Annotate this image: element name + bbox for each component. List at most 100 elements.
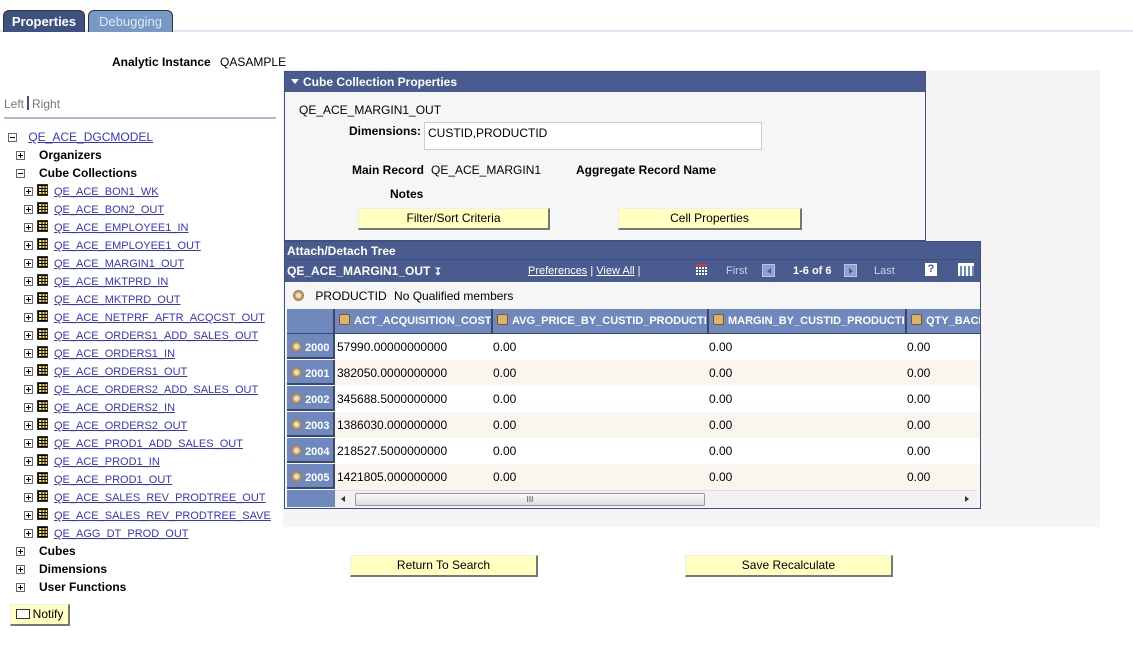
expand-icon[interactable]	[24, 331, 33, 340]
cube-collection-link[interactable]: QE_ACE_EMPLOYEE1_OUT	[54, 240, 201, 252]
expand-icon[interactable]	[24, 313, 33, 322]
row-year: 2001	[305, 368, 330, 380]
row-header[interactable]: 2005	[287, 464, 335, 489]
cube-collection-link[interactable]: QE_ACE_ORDERS1_OUT	[54, 366, 187, 378]
expand-icon[interactable]	[24, 295, 33, 304]
help-icon[interactable]: ?	[925, 263, 937, 276]
tab-debugging[interactable]: Debugging	[88, 10, 173, 32]
expand-icon[interactable]	[24, 223, 33, 232]
collapse-icon[interactable]	[16, 169, 25, 178]
horizontal-scrollbar[interactable]: III	[335, 490, 977, 507]
cube-collection-link[interactable]: QE_ACE_MKTPRD_IN	[54, 276, 168, 288]
dimensions-label: Dimensions:	[349, 124, 422, 138]
cube-collection-link[interactable]: QE_ACE_SALES_REV_PRODTREE_OUT	[54, 492, 266, 504]
tab-properties[interactable]: Properties	[3, 10, 85, 32]
download-grid-icon[interactable]	[695, 264, 707, 276]
expand-icon[interactable]	[16, 151, 25, 160]
row-header[interactable]: 2002	[287, 386, 335, 411]
cube-collection-link[interactable]: QE_AGG_DT_PROD_OUT	[54, 528, 188, 540]
expand-icon[interactable]	[24, 367, 33, 376]
right-link[interactable]: Right	[32, 97, 60, 111]
expand-icon[interactable]	[24, 529, 33, 538]
cube-collection-link[interactable]: QE_ACE_NETPRF_AFTR_ACQCST_OUT	[54, 312, 265, 324]
column-header[interactable]: MARGIN_BY_CUSTID_PRODUCTID	[709, 309, 907, 334]
tree-collection-item: QE_ACE_MKTPRD_OUT	[24, 290, 181, 308]
row-radio-icon[interactable]	[291, 341, 302, 352]
cube-collection-link[interactable]: QE_ACE_MKTPRD_OUT	[54, 294, 181, 306]
cube-collection-link[interactable]: QE_ACE_PROD1_IN	[54, 456, 160, 468]
left-link[interactable]: Left	[4, 97, 24, 111]
cube-collection-link[interactable]: QE_ACE_PROD1_OUT	[54, 474, 172, 486]
notify-label: Notify	[32, 607, 64, 621]
cell-properties-button[interactable]: Cell Properties	[618, 208, 802, 230]
cube-collection-link[interactable]: QE_ACE_BON1_WK	[54, 186, 159, 198]
table-cell: 0.00	[493, 418, 517, 432]
scroll-right-icon[interactable]	[965, 496, 969, 502]
row-radio-icon[interactable]	[291, 393, 302, 404]
cube-collection-link[interactable]: QE_ACE_SALES_REV_PRODTREE_SAVE	[54, 510, 271, 522]
expand-icon[interactable]	[24, 187, 33, 196]
cube-collection-link[interactable]: QE_ACE_MARGIN1_OUT	[54, 258, 184, 270]
scroll-thumb[interactable]: III	[355, 493, 705, 506]
show-all-columns-icon[interactable]	[958, 263, 974, 276]
expand-icon[interactable]	[24, 259, 33, 268]
expand-icon[interactable]	[24, 277, 33, 286]
expand-icon[interactable]	[24, 205, 33, 214]
expand-icon[interactable]	[24, 241, 33, 250]
next-page-icon[interactable]	[844, 264, 857, 277]
table-cell: 0.00	[709, 392, 733, 406]
cube-collection-link[interactable]: QE_ACE_ORDERS2_OUT	[54, 420, 187, 432]
tree-root-link[interactable]: QE_ACE_DGCMODEL	[28, 130, 153, 144]
expand-icon[interactable]	[24, 493, 33, 502]
dimensions-field[interactable]: CUSTID,PRODUCTID	[424, 122, 762, 150]
save-recalculate-button[interactable]: Save Recalculate	[685, 555, 893, 577]
expand-icon[interactable]	[16, 547, 25, 556]
row-header[interactable]: 2004	[287, 438, 335, 463]
table-cell: 0.00	[907, 392, 931, 406]
cube-collection-link[interactable]: QE_ACE_BON2_OUT	[54, 204, 164, 216]
expand-icon[interactable]	[24, 475, 33, 484]
cube-collection-link[interactable]: QE_ACE_ORDERS1_ADD_SALES_OUT	[54, 330, 258, 342]
filter-sort-criteria-button[interactable]: Filter/Sort Criteria	[358, 208, 550, 230]
qualifier-radio-icon[interactable]	[293, 290, 304, 301]
column-header[interactable]: QTY_BACKORDERED	[907, 309, 980, 334]
row-header[interactable]: 2001	[287, 360, 335, 385]
expand-icon[interactable]	[16, 583, 25, 592]
row-header[interactable]: 2003	[287, 412, 335, 437]
expand-icon[interactable]	[24, 385, 33, 394]
expand-icon[interactable]	[24, 421, 33, 430]
scroll-left-icon[interactable]	[341, 496, 345, 502]
expand-icon[interactable]	[24, 511, 33, 520]
expand-icon[interactable]	[24, 403, 33, 412]
view-all-link[interactable]: View All	[596, 265, 634, 277]
cube-collection-link[interactable]: QE_ACE_ORDERS2_IN	[54, 402, 175, 414]
expand-icon[interactable]	[24, 457, 33, 466]
expand-icon[interactable]	[16, 565, 25, 574]
row-radio-icon[interactable]	[291, 445, 302, 456]
notify-button[interactable]: Notify	[10, 604, 70, 626]
collection-name: QE_ACE_MARGIN1_OUT	[299, 103, 442, 117]
row-radio-icon[interactable]	[291, 419, 302, 430]
previous-page-icon[interactable]	[762, 264, 775, 277]
expand-icon[interactable]	[24, 439, 33, 448]
column-header[interactable]: AVG_PRICE_BY_CUSTID_PRODUCTID	[493, 309, 709, 334]
cube-collection-icon	[37, 220, 48, 232]
preferences-link[interactable]: Preferences	[528, 265, 587, 277]
panel-header[interactable]: Cube Collection Properties	[285, 72, 925, 92]
cube-collection-link[interactable]: QE_ACE_ORDERS2_ADD_SALES_OUT	[54, 384, 258, 396]
collapse-icon[interactable]	[8, 133, 17, 142]
cube-collection-link[interactable]: QE_ACE_EMPLOYEE1_IN	[54, 222, 189, 234]
return-to-search-button[interactable]: Return To Search	[350, 555, 538, 577]
tree-node-cube-collections: Cube Collections	[16, 164, 137, 182]
notes-label: Notes	[390, 187, 424, 201]
cube-collection-link[interactable]: QE_ACE_PROD1_ADD_SALES_OUT	[54, 438, 243, 450]
expand-icon[interactable]	[24, 349, 33, 358]
cube-collection-icon	[37, 472, 48, 484]
column-header[interactable]: ACT_ACQUISITION_COST	[335, 309, 493, 334]
row-radio-icon[interactable]	[291, 471, 302, 482]
sort-icon[interactable]: ↧	[434, 267, 442, 278]
cube-collection-icon	[37, 490, 48, 502]
row-radio-icon[interactable]	[291, 367, 302, 378]
row-header[interactable]: 2000	[287, 334, 335, 359]
cube-collection-link[interactable]: QE_ACE_ORDERS1_IN	[54, 348, 175, 360]
